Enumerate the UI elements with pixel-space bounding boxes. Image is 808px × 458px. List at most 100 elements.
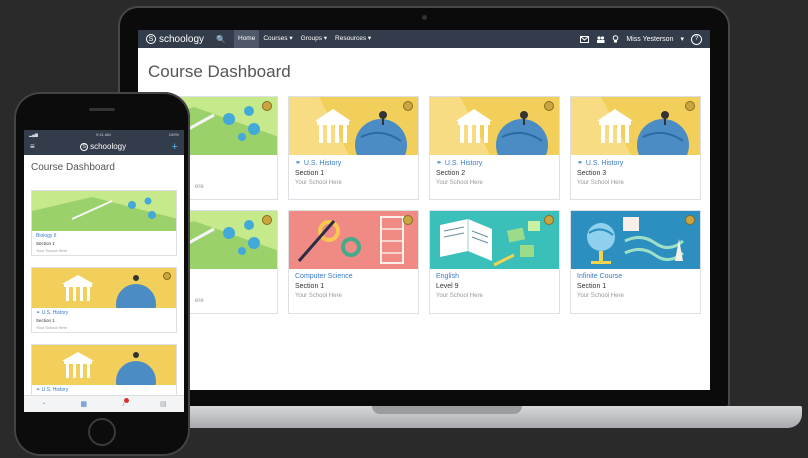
course-school: Your School Here	[36, 325, 68, 330]
nav-courses[interactable]: Courses ▾	[259, 30, 296, 48]
course-section: Section 1	[36, 318, 55, 323]
verified-badge-icon	[403, 101, 413, 111]
course-link[interactable]: ⚭ U.S. History	[36, 387, 172, 393]
course-card-us-history-3[interactable]: ⚭ U.S. History Section 3 Your School Here	[570, 96, 701, 200]
course-section: Section 2	[436, 170, 466, 177]
laptop-screen: S schoology 🔍 Home Courses ▾ Groups ▾ Re…	[138, 30, 710, 390]
course-link[interactable]: ⚭ U.S. History	[295, 159, 412, 168]
phone-tab-bar: ◔ ▦ ♪ ▤	[24, 395, 184, 412]
messages-icon[interactable]	[580, 35, 590, 43]
verified-badge-icon	[685, 215, 695, 225]
course-card-us-history-2[interactable]: ⚭ U.S. History	[31, 344, 177, 396]
course-image-history	[430, 97, 559, 155]
user-menu-chevron-icon[interactable]: ▾	[680, 35, 684, 43]
verified-badge-icon	[262, 101, 272, 111]
phone-screen: ▂▄▆ 9:41 AM 100% ≡ S schoology + Course …	[24, 130, 184, 412]
history-illustration	[62, 352, 156, 385]
course-image-biology	[32, 191, 176, 231]
course-school: Your School Here	[577, 180, 624, 186]
history-illustration	[430, 97, 548, 155]
battery-level: 100%	[168, 131, 179, 137]
course-school: ere	[195, 298, 204, 304]
course-link[interactable]: ⚭ U.S. History	[436, 159, 553, 168]
page-title: Course Dashboard	[148, 62, 291, 81]
course-name: U.S. History	[41, 387, 69, 393]
course-link[interactable]: ⚭ U.S. History	[36, 310, 172, 316]
course-name: U.S. History	[444, 159, 483, 167]
course-card-computer-science[interactable]: Computer Science Section 1 Your School H…	[288, 210, 419, 314]
notifications-icon[interactable]	[612, 35, 619, 43]
link-icon: ⚭	[577, 160, 583, 167]
verified-badge-icon	[544, 215, 554, 225]
verified-badge-icon	[163, 272, 171, 280]
course-section: Level 9	[436, 283, 459, 290]
course-image-history	[571, 97, 700, 155]
course-name: U.S. History	[585, 159, 624, 167]
brand-logo[interactable]: S schoology	[146, 34, 204, 45]
verified-badge-icon	[544, 101, 554, 111]
cs-illustration	[297, 216, 404, 264]
course-name: U.S. History	[303, 159, 342, 167]
logo-s-icon: S	[146, 34, 156, 44]
course-card-us-history-2[interactable]: ⚭ U.S. History Section 2 Your School Here	[429, 96, 560, 200]
course-link[interactable]: Infinite Course	[577, 273, 694, 280]
course-card-us-history-1[interactable]: ⚭ U.S. History Section 1 Your School Here	[288, 96, 419, 200]
phone-navbar: ≡ S schoology +	[24, 138, 184, 155]
tab-messages-icon[interactable]: ▤	[160, 400, 167, 408]
menu-icon[interactable]: ≡	[30, 142, 35, 151]
course-school: ere	[195, 184, 204, 190]
brand-name: schoology	[90, 142, 127, 151]
phone-status-bar: ▂▄▆ 9:41 AM 100%	[24, 130, 184, 138]
course-image-infinite	[571, 211, 700, 269]
course-image-history	[32, 345, 176, 385]
link-icon: ⚭	[436, 160, 442, 167]
course-school: Your School Here	[295, 180, 342, 186]
connections-icon[interactable]	[596, 35, 605, 43]
course-school: Your School Here	[295, 293, 342, 299]
course-image-cs	[289, 211, 418, 269]
course-school: Your School Here	[436, 293, 483, 299]
add-icon[interactable]: +	[172, 141, 178, 153]
course-name: U.S. History	[41, 310, 69, 316]
nav-right-group: Miss Yesterson ▾ ?	[580, 33, 702, 45]
verified-badge-icon	[262, 215, 272, 225]
phone-speaker	[89, 108, 115, 111]
course-school: Your School Here	[36, 248, 68, 253]
tab-notifications-icon[interactable]: ♪	[122, 397, 130, 408]
english-illustration	[440, 219, 540, 267]
course-card-biology[interactable]: Biology II Section 1 Your School Here	[31, 190, 177, 256]
phone-home-button[interactable]	[88, 418, 116, 446]
tab-home-icon[interactable]: ◔	[41, 401, 45, 408]
biology-illustration	[32, 197, 176, 231]
tab-courses-icon[interactable]: ▦	[80, 400, 87, 408]
signal-icon: ▂▄▆	[29, 131, 38, 137]
infinite-illustration	[587, 217, 684, 264]
course-link[interactable]: Computer Science	[295, 273, 412, 280]
nav-resources[interactable]: Resources ▾	[331, 30, 375, 48]
nav-groups[interactable]: Groups ▾	[297, 30, 331, 48]
course-link[interactable]: English	[436, 273, 553, 280]
course-section: Section 1	[577, 283, 607, 290]
course-link[interactable]: ⚭ U.S. History	[577, 159, 694, 168]
course-card-english[interactable]: English Level 9 Your School Here	[429, 210, 560, 314]
link-icon: ⚭	[295, 160, 301, 167]
course-link[interactable]: Biology II	[36, 233, 172, 239]
help-icon[interactable]: ?	[691, 33, 702, 45]
history-illustration	[62, 275, 156, 308]
logo-s-icon: S	[80, 142, 89, 151]
course-card-infinite[interactable]: Infinite Course Section 1 Your School He…	[570, 210, 701, 314]
laptop-notch	[372, 406, 522, 414]
course-section: Section 1	[295, 283, 325, 290]
laptop-camera	[422, 15, 427, 20]
course-section: Section 1	[36, 241, 55, 246]
course-image-history	[32, 268, 176, 308]
search-icon[interactable]: 🔍	[216, 35, 226, 44]
notification-badge	[124, 397, 130, 403]
course-image-english	[430, 211, 559, 269]
nav-home[interactable]: Home	[234, 30, 260, 48]
user-name[interactable]: Miss Yesterson	[626, 36, 673, 43]
course-card-us-history[interactable]: ⚭ U.S. History Section 1 Your School Her…	[31, 267, 177, 333]
course-image-history	[289, 97, 418, 155]
page-title: Course Dashboard	[31, 162, 115, 173]
verified-badge-icon	[685, 101, 695, 111]
